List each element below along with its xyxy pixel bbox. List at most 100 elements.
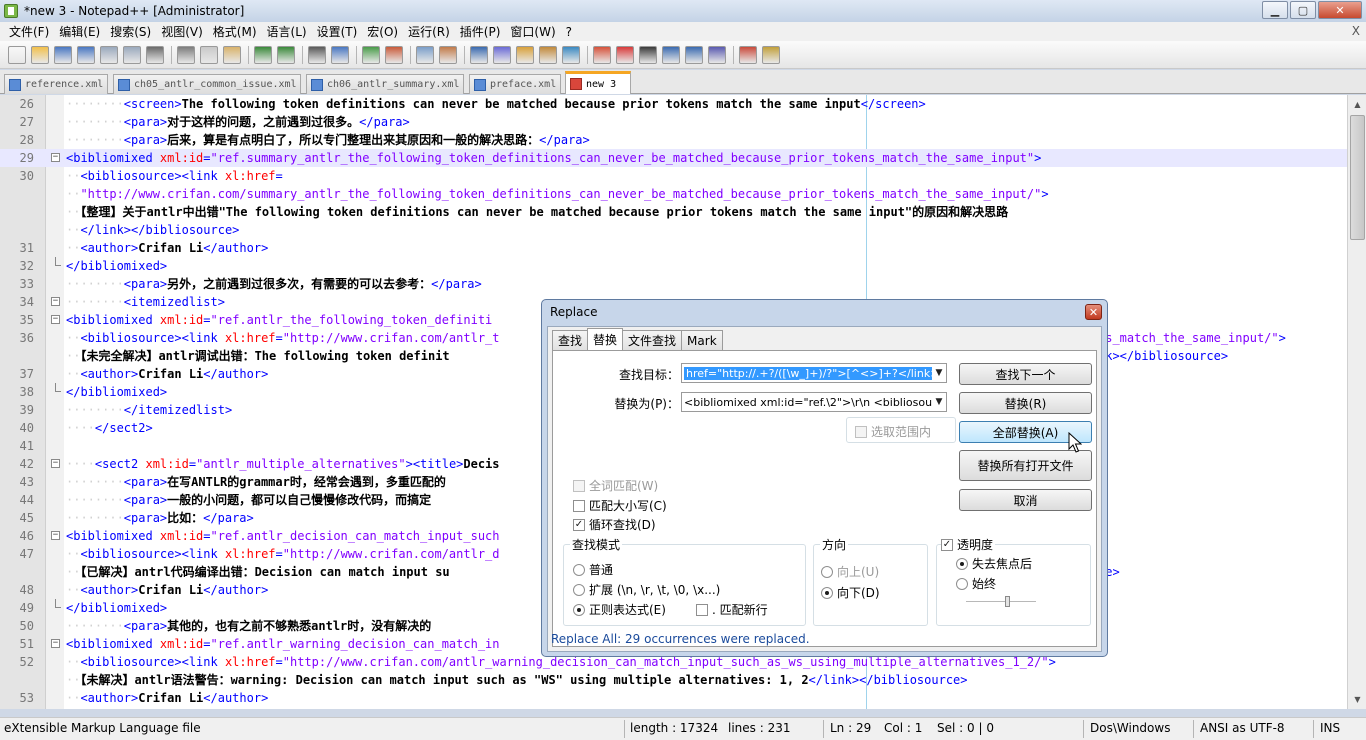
- close-icon[interactable]: [100, 45, 118, 64]
- code-line[interactable]: ··【整理】关于antlr中出错"The following token def…: [0, 203, 1347, 221]
- undo-icon[interactable]: [254, 45, 272, 64]
- menu-macro[interactable]: 宏(O): [362, 23, 403, 40]
- tab-replace[interactable]: 替换: [587, 328, 624, 350]
- tab-new3[interactable]: new 3: [565, 71, 631, 94]
- match-case-checkbox[interactable]: 匹配大小写(C): [573, 497, 667, 514]
- save-all-icon[interactable]: [77, 45, 95, 64]
- tab-reference[interactable]: reference.xml: [4, 74, 108, 94]
- menu-window[interactable]: 窗口(W): [505, 23, 560, 40]
- fold-toggle-icon[interactable]: −: [51, 531, 60, 540]
- new-file-icon[interactable]: [8, 45, 26, 64]
- find-icon[interactable]: [308, 45, 326, 64]
- run-macro-multiple-icon[interactable]: [685, 45, 703, 64]
- close-button[interactable]: ✕: [1318, 1, 1362, 19]
- code-line[interactable]: 30 ··<bibliosource><link xl:href=: [0, 167, 1347, 185]
- fold-toggle-icon[interactable]: −: [51, 639, 60, 648]
- udl-icon[interactable]: [539, 45, 557, 64]
- tab-ch06[interactable]: ch06_antlr_summary.xml: [306, 74, 464, 94]
- transparency-on-lose-focus-radio[interactable]: 失去焦点后: [956, 555, 1032, 572]
- code-line[interactable]: 29 − <bibliomixed xml:id="ref.summary_antl…: [0, 149, 1347, 167]
- close-document-icon[interactable]: X: [1352, 24, 1360, 38]
- code-line[interactable]: 28 ········<para>后来，算是有点明白了，所以专门整理出来其原因和一…: [0, 131, 1347, 149]
- whole-word-checkbox[interactable]: 全词匹配(W): [573, 477, 658, 494]
- replace-all-open-docs-button[interactable]: 替换所有打开文件: [959, 450, 1092, 481]
- fold-toggle-icon[interactable]: −: [51, 315, 60, 324]
- chevron-down-icon[interactable]: ▼: [932, 397, 946, 407]
- save-macro-icon[interactable]: [708, 45, 726, 64]
- code-line[interactable]: 31 ··<author>Crifan Li</author>: [0, 239, 1347, 257]
- cancel-button[interactable]: 取消: [959, 489, 1092, 511]
- find-next-button[interactable]: 查找下一个: [959, 363, 1092, 385]
- menu-search[interactable]: 搜索(S): [105, 23, 156, 40]
- fold-toggle-icon[interactable]: −: [51, 297, 60, 306]
- function-list-icon[interactable]: [593, 45, 611, 64]
- open-file-icon[interactable]: [31, 45, 49, 64]
- save-icon[interactable]: [54, 45, 72, 64]
- plugin-icon[interactable]: [762, 45, 780, 64]
- code-line[interactable]: 33 ········<para>另外，之前遇到过很多次，有需要的可以去参考：</…: [0, 275, 1347, 293]
- menu-format[interactable]: 格式(M): [208, 23, 262, 40]
- vertical-scrollbar[interactable]: ▲ ▼: [1347, 95, 1366, 709]
- direction-up-radio[interactable]: 向上(U): [821, 563, 879, 580]
- menu-help[interactable]: ?: [561, 25, 577, 39]
- doc-map-icon[interactable]: [562, 45, 580, 64]
- tab-find[interactable]: 查找: [552, 330, 589, 350]
- menu-file[interactable]: 文件(F): [4, 23, 54, 40]
- transparency-checkbox[interactable]: ✓ 透明度: [941, 536, 996, 553]
- scroll-up-icon[interactable]: ▲: [1350, 97, 1365, 112]
- tab-mark[interactable]: Mark: [681, 330, 723, 350]
- code-line[interactable]: ··【未解决】antlr语法警告：warning: Decision can m…: [0, 671, 1347, 689]
- print-icon[interactable]: [146, 45, 164, 64]
- record-macro-icon[interactable]: [616, 45, 634, 64]
- tab-preface[interactable]: preface.xml: [469, 74, 561, 94]
- code-line[interactable]: ··"http://www.crifan.com/summary_antlr_t…: [0, 185, 1347, 203]
- code-line[interactable]: ··</link></bibliosource>: [0, 221, 1347, 239]
- code-line[interactable]: 32 </bibliomixed>: [0, 257, 1347, 275]
- paste-icon[interactable]: [223, 45, 241, 64]
- scroll-thumb[interactable]: [1350, 115, 1365, 240]
- maximize-button[interactable]: ▢: [1290, 1, 1316, 19]
- dialog-close-button[interactable]: ✕: [1085, 304, 1102, 320]
- in-selection-checkbox[interactable]: 选取范围内: [855, 423, 931, 440]
- transparency-slider[interactable]: [966, 596, 1036, 608]
- stop-macro-icon[interactable]: [639, 45, 657, 64]
- indent-guide-icon[interactable]: [516, 45, 534, 64]
- wrap-icon[interactable]: [470, 45, 488, 64]
- code-line[interactable]: 27 ········<para>对于这样的问题，之前遇到过很多。</para>: [0, 113, 1347, 131]
- dot-matches-newline-checkbox[interactable]: . 匹配新行: [696, 601, 768, 618]
- find-what-input[interactable]: href="http://.+?/([\w_]+)/?">[^<>]+?</li…: [681, 363, 947, 383]
- fold-toggle-icon[interactable]: −: [51, 459, 60, 468]
- close-all-icon[interactable]: [123, 45, 141, 64]
- play-macro-icon[interactable]: [662, 45, 680, 64]
- transparency-always-radio[interactable]: 始终: [956, 575, 996, 592]
- cut-icon[interactable]: [177, 45, 195, 64]
- zoom-out-icon[interactable]: [385, 45, 403, 64]
- menu-view[interactable]: 视图(V): [156, 23, 208, 40]
- spellcheck-icon[interactable]: [739, 45, 757, 64]
- mode-extended-radio[interactable]: 扩展 (\n, \r, \t, \0, \x...): [573, 581, 720, 598]
- scroll-down-icon[interactable]: ▼: [1350, 692, 1365, 707]
- redo-icon[interactable]: [277, 45, 295, 64]
- menu-settings[interactable]: 设置(T): [312, 23, 363, 40]
- replace-with-input[interactable]: <bibliomixed xml:id="ref.\2">\r\n <bibli…: [681, 392, 947, 412]
- all-chars-icon[interactable]: [493, 45, 511, 64]
- replace-button[interactable]: 替换(R): [959, 392, 1092, 414]
- mode-regex-radio[interactable]: 正则表达式(E): [573, 601, 666, 618]
- wrap-around-checkbox[interactable]: ✓ 循环查找(D): [573, 516, 656, 533]
- replace-icon[interactable]: [331, 45, 349, 64]
- code-line[interactable]: 53 ··<author>Crifan Li</author>: [0, 689, 1347, 707]
- menu-run[interactable]: 运行(R): [403, 23, 455, 40]
- direction-down-radio[interactable]: 向下(D): [821, 584, 880, 601]
- tab-find-in-files[interactable]: 文件查找: [622, 330, 683, 350]
- chevron-down-icon[interactable]: ▼: [932, 368, 946, 378]
- sync-horizontal-icon[interactable]: [439, 45, 457, 64]
- menu-edit[interactable]: 编辑(E): [54, 23, 105, 40]
- tab-ch05[interactable]: ch05_antlr_common_issue.xml: [113, 74, 301, 94]
- fold-toggle-icon[interactable]: −: [51, 153, 60, 162]
- menu-plugins[interactable]: 插件(P): [455, 23, 506, 40]
- sync-vertical-icon[interactable]: [416, 45, 434, 64]
- code-line[interactable]: 26 ········<screen>The following token de…: [0, 95, 1347, 113]
- menu-language[interactable]: 语言(L): [262, 23, 312, 40]
- mode-normal-radio[interactable]: 普通: [573, 561, 613, 578]
- copy-icon[interactable]: [200, 45, 218, 64]
